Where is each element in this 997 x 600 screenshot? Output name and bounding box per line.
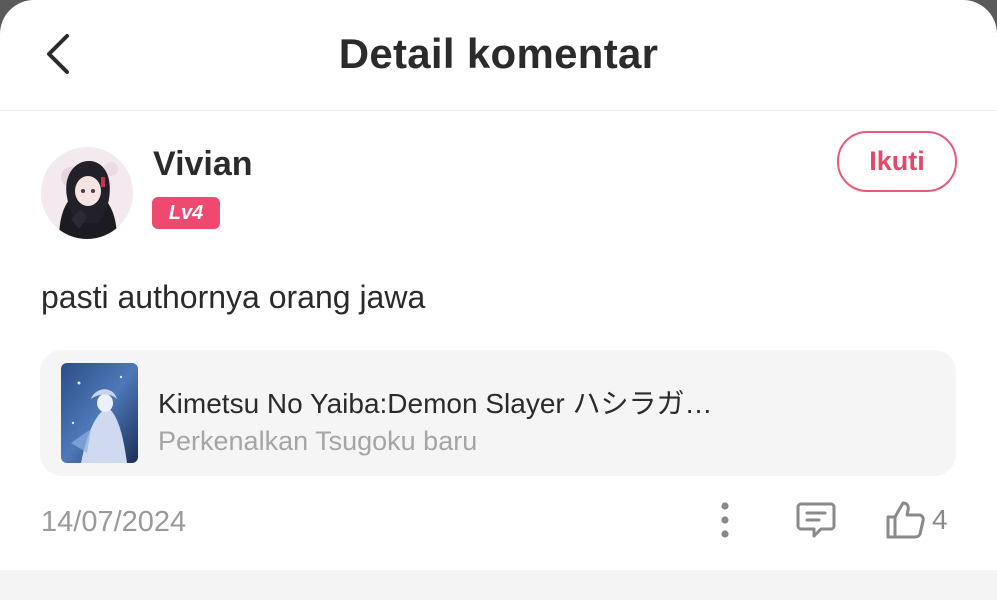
book-cover <box>61 363 138 463</box>
follow-button[interactable]: Ikuti <box>837 131 957 192</box>
page-title: Detail komentar <box>338 30 659 77</box>
like-button[interactable]: 4 <box>884 496 960 544</box>
header-bar: Detail komentar <box>0 0 997 111</box>
more-vertical-icon <box>721 502 729 538</box>
comment-text: pasti authornya orang jawa <box>41 279 426 315</box>
avatar[interactable] <box>41 147 133 239</box>
book-subtitle: Perkenalkan Tsugoku baru <box>158 426 478 456</box>
book-cover-image <box>61 363 138 463</box>
comment-detail-sheet: Detail komentar Vivian Lv4 Ikuti pasti a… <box>0 0 997 600</box>
level-badge: Lv4 <box>152 197 220 229</box>
section-divider <box>0 570 997 600</box>
thumbs-up-icon <box>886 501 925 539</box>
book-card[interactable]: Kimetsu No Yaiba:Demon Slayer ハシラガ… Perk… <box>40 350 956 476</box>
reply-button[interactable] <box>792 498 840 542</box>
avatar-image <box>41 147 133 239</box>
more-options-button[interactable] <box>705 498 745 542</box>
comment-date: 14/07/2024 <box>41 506 187 538</box>
book-title: Kimetsu No Yaiba:Demon Slayer ハシラガ… <box>158 388 713 419</box>
like-count: 4 <box>932 504 948 535</box>
username[interactable]: Vivian <box>153 145 253 184</box>
comment-icon <box>796 502 836 538</box>
